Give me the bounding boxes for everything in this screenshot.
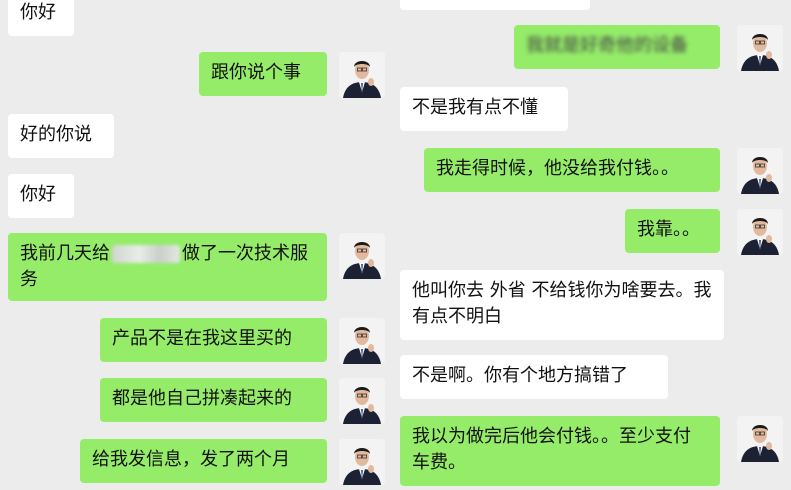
message-bubble-outgoing[interactable]: 我走得时候，他没给我付钱。。 bbox=[424, 148, 720, 192]
message-text-blurred: 我就是好奇他的设备 bbox=[526, 35, 688, 56]
avatar-portrait bbox=[737, 25, 783, 71]
user-avatar-icon[interactable] bbox=[339, 318, 385, 364]
message-bubble-outgoing[interactable]: 我前几天给 做了一次技术服务 bbox=[8, 233, 327, 301]
user-avatar-icon[interactable] bbox=[737, 25, 783, 71]
message-bubble-incoming[interactable]: 你好 bbox=[8, 0, 74, 36]
message-bubble-incoming[interactable]: 不是我有点不懂 bbox=[400, 87, 568, 131]
message-text-before-redaction: 我前几天给 bbox=[20, 243, 110, 264]
message-bubble-outgoing[interactable]: 我就是好奇他的设备 bbox=[514, 25, 720, 69]
message-bubble-outgoing[interactable]: 都是他自己拼凑起来的 bbox=[100, 378, 327, 422]
user-avatar-icon[interactable] bbox=[339, 233, 385, 279]
user-avatar-icon[interactable] bbox=[339, 439, 385, 485]
message-text: 不是我有点不懂 bbox=[412, 97, 538, 118]
message-bubble-outgoing[interactable]: 我靠。。 bbox=[625, 209, 720, 253]
message-text: 产品不是在我这里买的 bbox=[112, 328, 292, 349]
message-text: 他叫你去 外省 不给钱你为啥要去。我有点不明白 bbox=[412, 280, 712, 327]
user-avatar-icon[interactable] bbox=[737, 416, 783, 462]
message-bubble-incoming[interactable]: 好的你说 bbox=[8, 114, 114, 158]
message-bubble-outgoing[interactable]: 给我发信息，发了两个月 bbox=[80, 439, 327, 483]
message-text: 你好 bbox=[20, 2, 56, 23]
avatar-portrait bbox=[339, 439, 385, 485]
message-text: 我走得时候，他没给我付钱。。 bbox=[436, 158, 679, 179]
user-avatar-icon[interactable] bbox=[737, 148, 783, 194]
message-text: 你好 bbox=[20, 184, 56, 205]
message-bubble-incoming[interactable]: 不是啊。你有个地方搞错了 bbox=[400, 355, 668, 399]
message-text: 我靠。。 bbox=[637, 219, 700, 240]
message-bubble-outgoing[interactable]: 我以为做完后他会付钱。。至少支付车费。 bbox=[400, 416, 720, 486]
user-avatar-icon[interactable] bbox=[737, 209, 783, 255]
message-text: 跟你说个事 bbox=[211, 62, 301, 83]
message-bubble-incoming[interactable]: 你好 bbox=[8, 174, 74, 218]
message-text: 不是啊。你有个地方搞错了 bbox=[412, 365, 628, 386]
user-avatar-icon[interactable] bbox=[339, 52, 385, 98]
avatar-portrait bbox=[737, 148, 783, 194]
chat-panel-right: 我就是好奇他的设备 不是我有点不懂 我走得时候，他没给我付钱。。 我靠。。 他叫… bbox=[396, 0, 791, 490]
chat-panel-left: 你好 跟你说个事 好的你说 你好 我前几天给 做了一次技术服务 产品不是在我这里… bbox=[0, 0, 390, 490]
user-avatar-icon[interactable] bbox=[339, 378, 385, 424]
avatar-portrait bbox=[339, 52, 385, 98]
message-text: 我以为做完后他会付钱。。至少支付车费。 bbox=[412, 426, 691, 473]
avatar-portrait bbox=[737, 416, 783, 462]
message-text: 好的你说 bbox=[20, 124, 92, 145]
avatar-portrait bbox=[737, 209, 783, 255]
message-text: 都是他自己拼凑起来的 bbox=[112, 388, 292, 409]
message-text: 给我发信息，发了两个月 bbox=[92, 449, 290, 470]
avatar-portrait bbox=[339, 318, 385, 364]
chat-screenshot-composite: 你好 跟你说个事 好的你说 你好 我前几天给 做了一次技术服务 产品不是在我这里… bbox=[0, 0, 791, 490]
message-bubble-incoming-cropped[interactable] bbox=[400, 0, 590, 10]
message-bubble-outgoing[interactable]: 跟你说个事 bbox=[199, 52, 327, 96]
avatar-portrait bbox=[339, 233, 385, 279]
message-bubble-incoming[interactable]: 他叫你去 外省 不给钱你为啥要去。我有点不明白 bbox=[400, 270, 724, 340]
redacted-name bbox=[112, 245, 180, 263]
message-bubble-outgoing[interactable]: 产品不是在我这里买的 bbox=[100, 318, 327, 362]
avatar-portrait bbox=[339, 378, 385, 424]
